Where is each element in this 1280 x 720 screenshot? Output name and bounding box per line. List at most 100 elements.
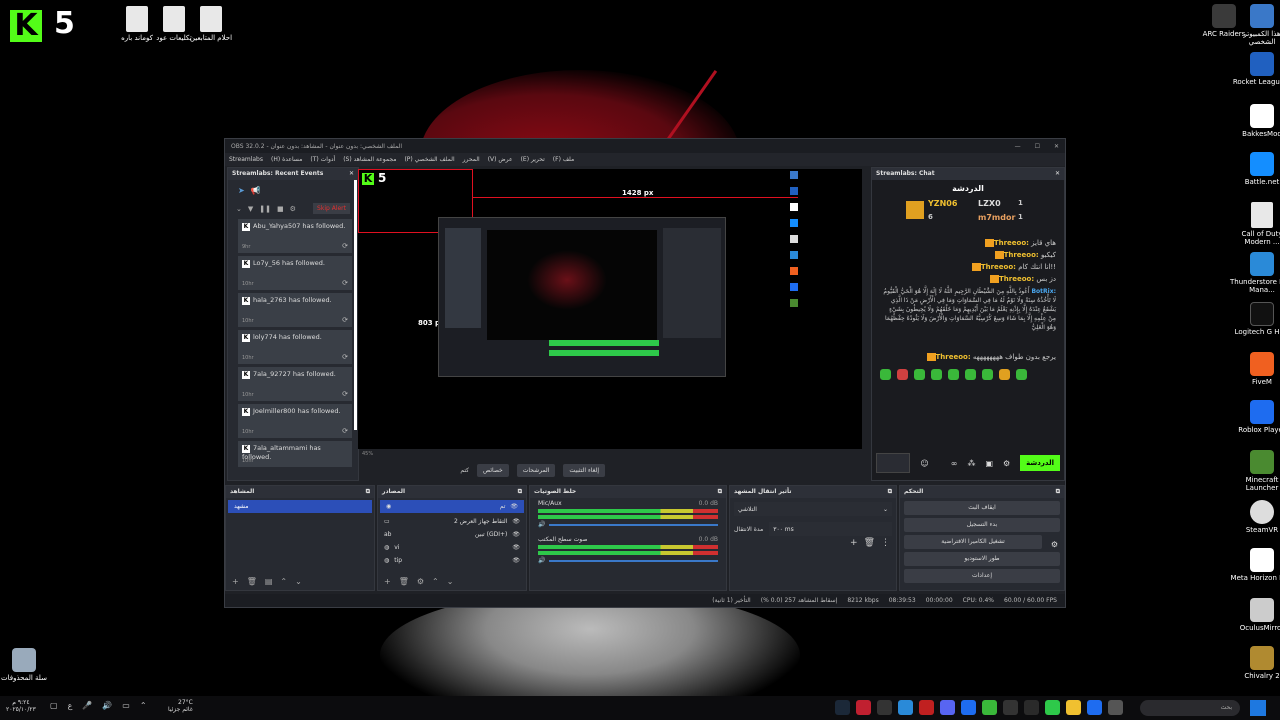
desktop-app[interactable]: Meta Horizon Link xyxy=(1230,548,1280,582)
gift-icon[interactable]: ⁂ xyxy=(967,459,975,468)
app-icon[interactable] xyxy=(1045,700,1060,715)
weather-widget[interactable]: 27°C غائم جزئيا xyxy=(168,699,193,713)
network-icon[interactable]: ▭ xyxy=(122,701,130,710)
down-icon[interactable]: ⌄ xyxy=(447,577,454,586)
filters-button[interactable]: المرشحات xyxy=(516,464,556,477)
eye-icon[interactable]: 👁 xyxy=(512,544,520,551)
menu-docks[interactable]: المحرر xyxy=(463,156,480,163)
close-icon[interactable]: ✕ xyxy=(349,170,354,178)
pause-icon[interactable]: ❚❚ xyxy=(259,205,271,213)
unlock-button[interactable]: إلغاء التثبيت xyxy=(563,464,605,477)
chevron-down-icon[interactable]: ⌄ xyxy=(236,205,242,213)
settings-button[interactable]: إعدادات xyxy=(904,569,1060,583)
menu-dots-icon[interactable]: ⋮ xyxy=(881,538,890,548)
eye-icon[interactable]: 👁 xyxy=(512,518,520,525)
properties-button[interactable]: خصائص xyxy=(477,464,509,477)
skip-alert-button[interactable]: Skip Alert xyxy=(313,203,350,214)
emote-icon[interactable] xyxy=(965,369,976,380)
store-icon[interactable] xyxy=(1087,700,1102,715)
scene-item[interactable]: مشهد xyxy=(228,500,372,513)
up-icon[interactable]: ⌃ xyxy=(280,577,287,586)
emote-icon[interactable] xyxy=(880,369,891,380)
virtual-camera-button[interactable]: تشغيل الكاميرا الافتراضية xyxy=(904,535,1042,549)
emote-icon[interactable] xyxy=(914,369,925,380)
steam-icon[interactable] xyxy=(835,700,850,715)
start-recording-button[interactable]: بدء التسجيل xyxy=(904,518,1060,532)
mic-icon[interactable]: 🎤 xyxy=(82,701,92,710)
tray-chevron-icon[interactable]: ⌃ xyxy=(140,701,147,710)
menu-view[interactable]: عرض (V) xyxy=(488,156,513,163)
send-chat-button[interactable]: الدردشة xyxy=(1020,455,1060,471)
source-item[interactable]: ▭ التقاط جهاز العرض 2 👁 xyxy=(378,515,526,528)
obs-icon[interactable] xyxy=(1024,700,1039,715)
desktop-app[interactable]: Logitech G HUB xyxy=(1230,302,1280,336)
desktop-app[interactable]: Roblox Player xyxy=(1230,400,1280,434)
volume-slider[interactable] xyxy=(549,559,718,562)
speaker-icon[interactable]: 🔊 xyxy=(538,521,545,528)
up-icon[interactable]: ⌃ xyxy=(432,577,439,586)
source-item[interactable]: ◍ vi 👁 xyxy=(378,541,526,554)
pin-icon[interactable]: ⧉ xyxy=(366,488,370,496)
trash-icon[interactable]: 🗑 xyxy=(864,538,875,548)
emote-icon[interactable] xyxy=(897,369,908,380)
desktop-file[interactable]: احلام المتابعين xyxy=(179,6,243,42)
source-item[interactable]: ◉ تم 👁 xyxy=(380,500,524,513)
add-icon[interactable]: + xyxy=(232,577,239,586)
desktop-app[interactable]: Call of Duty Modern ... xyxy=(1230,202,1280,246)
close-icon[interactable]: ✕ xyxy=(1054,143,1059,150)
down-icon[interactable]: ⌄ xyxy=(295,577,302,586)
desktop-app[interactable]: Minecraft Launcher xyxy=(1230,450,1280,492)
replay-icon[interactable]: ⟳ xyxy=(342,427,348,435)
app-icon[interactable] xyxy=(1003,700,1018,715)
filter-icon[interactable]: ▼ xyxy=(248,205,253,213)
app-icon[interactable] xyxy=(856,700,871,715)
app-icon[interactable] xyxy=(877,700,892,715)
desktop-app[interactable]: هذا الكمبيوتر الشخصي xyxy=(1230,4,1280,46)
replay-icon[interactable]: ⟳ xyxy=(342,390,348,398)
replay-icon[interactable]: ⟳ xyxy=(342,316,348,324)
speaker-icon[interactable]: 🔊 xyxy=(538,557,545,564)
notification-icon[interactable]: ▢ xyxy=(50,701,58,710)
trash-icon[interactable]: 🗑 xyxy=(399,577,409,586)
pin-icon[interactable]: ⧉ xyxy=(718,488,722,496)
trash-icon[interactable]: 🗑 xyxy=(247,577,257,586)
replay-icon[interactable]: ⟳ xyxy=(342,353,348,361)
filter-icon[interactable]: ▤ xyxy=(265,577,273,586)
eye-icon[interactable]: 👁 xyxy=(512,531,520,538)
menu-tools[interactable]: أدوات (T) xyxy=(310,156,335,163)
desktop-app[interactable]: Rocket League® xyxy=(1230,52,1280,86)
start-icon[interactable] xyxy=(1250,700,1266,716)
studio-mode-button[interactable]: طور الاستوديو xyxy=(904,552,1060,566)
desktop-app[interactable]: Battle.net xyxy=(1230,152,1280,186)
emote-icon[interactable] xyxy=(999,369,1010,380)
source-item[interactable]: ab تبين (GDI+) 👁 xyxy=(378,528,526,541)
maximize-icon[interactable]: ☐ xyxy=(1035,143,1040,150)
mute-label[interactable]: كتم xyxy=(460,467,469,474)
megaphone-icon[interactable]: 📢 xyxy=(251,186,261,195)
replay-icon[interactable]: ⟳ xyxy=(342,242,348,250)
replay-icon[interactable]: ⟳ xyxy=(342,279,348,287)
settings-icon[interactable]: ⚙ xyxy=(1003,459,1010,468)
pin-icon[interactable]: ⧉ xyxy=(518,488,522,496)
stream-preview[interactable]: K 5 1428 px 803 px xyxy=(358,169,862,449)
minimize-icon[interactable]: — xyxy=(1015,143,1021,150)
app-icon[interactable] xyxy=(961,700,976,715)
pin-icon[interactable]: ⧉ xyxy=(888,488,892,496)
language-indicator[interactable]: ع xyxy=(68,701,73,710)
emote-icon[interactable] xyxy=(982,369,993,380)
desktop-app[interactable]: SteamVR xyxy=(1230,500,1280,534)
desktop-app[interactable]: FiveM xyxy=(1230,352,1280,386)
source-item[interactable]: ◍ tip 👁 xyxy=(378,554,526,567)
discord-icon[interactable] xyxy=(940,700,955,715)
pin-icon[interactable]: ⧉ xyxy=(1056,488,1060,496)
volume-icon[interactable]: 🔊 xyxy=(102,701,112,710)
task-view-icon[interactable] xyxy=(1108,700,1123,715)
menu-streamlabs[interactable]: Streamlabs xyxy=(229,156,263,163)
add-icon[interactable]: + xyxy=(850,538,858,548)
close-icon[interactable]: ✕ xyxy=(1055,170,1060,178)
desktop-app[interactable]: Chivalry 2 xyxy=(1230,646,1280,680)
gear-icon[interactable]: ⚙ xyxy=(417,577,424,586)
desktop-app[interactable]: Thunderstore Mod Mana... xyxy=(1230,252,1280,294)
file-explorer-icon[interactable] xyxy=(1066,700,1081,715)
chat-input[interactable] xyxy=(876,453,911,473)
